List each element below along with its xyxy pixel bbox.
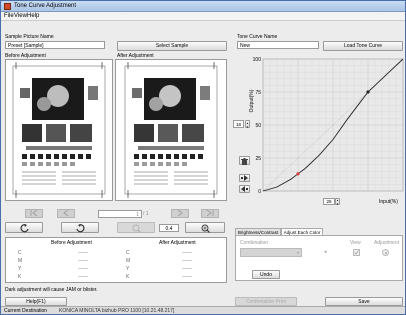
density-table: Before Adjustment After Adjustment C M Y… [5, 237, 227, 283]
before-channel-m: M [18, 258, 23, 264]
app-icon [4, 3, 11, 10]
prev-page-button[interactable] [57, 209, 75, 218]
y-tick-100: 100 [253, 57, 262, 63]
zoom-field[interactable]: 0.4 [159, 224, 179, 232]
load-tone-curve-button[interactable]: Load Tone Curve [323, 41, 403, 51]
zoom-in-button[interactable] [185, 222, 225, 233]
before-preview-panel [5, 59, 113, 201]
y-tick-25: 25 [255, 156, 261, 162]
y-axis-label: Output(%) [249, 89, 255, 112]
after-value-y: ------ [182, 266, 192, 272]
current-destination-label: Current Destination [4, 308, 48, 314]
help-button[interactable]: Help(F1) [5, 297, 67, 306]
rotate-left-icon [20, 224, 29, 233]
tone-curve-name-label: Tone Curve Name [237, 34, 278, 40]
tone-curve-name-field[interactable]: New [237, 41, 319, 49]
after-channel-c: C [126, 250, 130, 256]
menu-bar: File View Help [1, 12, 405, 21]
current-destination-value: KONICA MINOLTA bizhub PRO 1100 [10.21.48… [59, 308, 175, 314]
before-value-k: ------ [78, 274, 88, 280]
next-point-icon [241, 175, 248, 181]
input-axis-label: Input(%) [379, 199, 398, 205]
after-value-m: ------ [182, 258, 192, 264]
before-channel-y: Y [18, 266, 22, 272]
page-total-label: / 1 [143, 211, 149, 217]
rotate-right-button[interactable] [61, 222, 99, 233]
prev-page-icon [63, 209, 69, 217]
combination-label: Combination [240, 240, 269, 246]
after-channel-y: Y [126, 266, 130, 272]
zoom-out-button[interactable] [117, 222, 155, 233]
prev-point-icon [241, 186, 248, 192]
check-icon [354, 250, 359, 255]
first-page-icon [30, 209, 38, 217]
zoom-in-icon [201, 224, 210, 233]
before-adjustment-header: Before Adjustment [51, 240, 92, 246]
y-tick-labels: 100 75 50 25 0 [253, 57, 262, 193]
y-tick-75: 75 [255, 90, 261, 96]
chevron-down-icon: ▾ [296, 250, 299, 255]
last-page-icon [206, 209, 214, 217]
trash-icon [241, 158, 248, 165]
menu-help[interactable]: Help [27, 13, 39, 19]
tone-curve-graph[interactable]: Output(%) 100 75 50 25 0 0 25 50 75 100 … [249, 51, 405, 193]
page-number-field[interactable]: 1 [98, 210, 142, 218]
view-checkbox[interactable] [353, 249, 360, 256]
after-preview-image [124, 62, 218, 198]
rotate-right-icon [75, 224, 84, 233]
rotate-left-button[interactable] [5, 222, 43, 233]
save-button[interactable]: Save [325, 297, 403, 306]
before-value-y: ------ [78, 266, 88, 272]
tone-curve-window: Tone Curve Adjustment File View Help Sam… [0, 0, 406, 315]
after-preview-panel [115, 59, 227, 201]
before-value-m: ------ [78, 258, 88, 264]
first-page-button[interactable] [25, 209, 43, 218]
before-channel-c: C [18, 250, 22, 256]
input-spin-field[interactable]: 25 [323, 198, 335, 205]
y-tick-50: 50 [255, 123, 261, 129]
curve-control-point[interactable] [366, 90, 370, 94]
undo-button[interactable]: Undo [252, 270, 280, 279]
before-channel-k: K [18, 274, 22, 280]
after-adjustment-header: After Adjustment [159, 240, 196, 246]
confirmation-print-button[interactable]: Confirmation Print [235, 297, 297, 306]
view-label: View [350, 240, 361, 246]
combination-dropdown[interactable]: ▾ [240, 248, 302, 257]
input-spin-arrows[interactable]: ▴ ▾ [335, 198, 340, 205]
last-page-button[interactable] [201, 209, 219, 218]
y-tick-0: 0 [258, 189, 261, 193]
jam-warning-text: Dark adjustment will cause JAM or bliste… [5, 287, 98, 293]
after-channel-k: K [126, 274, 130, 280]
next-page-icon [177, 209, 183, 217]
status-bar: Current Destination KONICA MINOLTA bizhu… [1, 306, 405, 314]
menu-file[interactable]: File [4, 13, 14, 19]
sample-picture-label: Sample Picture Name [5, 34, 54, 40]
select-sample-button[interactable]: Select Sample [117, 41, 227, 51]
next-page-button[interactable] [171, 209, 189, 218]
after-channel-m: M [126, 258, 131, 264]
after-value-c: ------ [182, 250, 192, 256]
before-preview-image [12, 62, 106, 198]
output-spin-field[interactable]: 16 [233, 120, 244, 128]
window-title: Tone Curve Adjustment [14, 3, 77, 9]
radio-dot-icon [384, 251, 387, 254]
zoom-out-icon [132, 224, 141, 233]
adjust-each-color-panel: Combination View Adjustment ▾ ◂ Undo [235, 235, 403, 281]
title-bar: Tone Curve Adjustment [1, 1, 405, 12]
menu-view[interactable]: View [14, 13, 27, 19]
adjustment-radio[interactable] [382, 249, 389, 256]
before-value-c: ------ [78, 250, 88, 256]
after-value-k: ------ [182, 274, 192, 280]
adjustment-label: Adjustment [374, 240, 400, 246]
curve-control-point[interactable] [296, 172, 300, 176]
color-channel-arrow-icon: ◂ [324, 249, 327, 255]
sample-picture-field[interactable]: Preset [Sample] [5, 41, 105, 49]
